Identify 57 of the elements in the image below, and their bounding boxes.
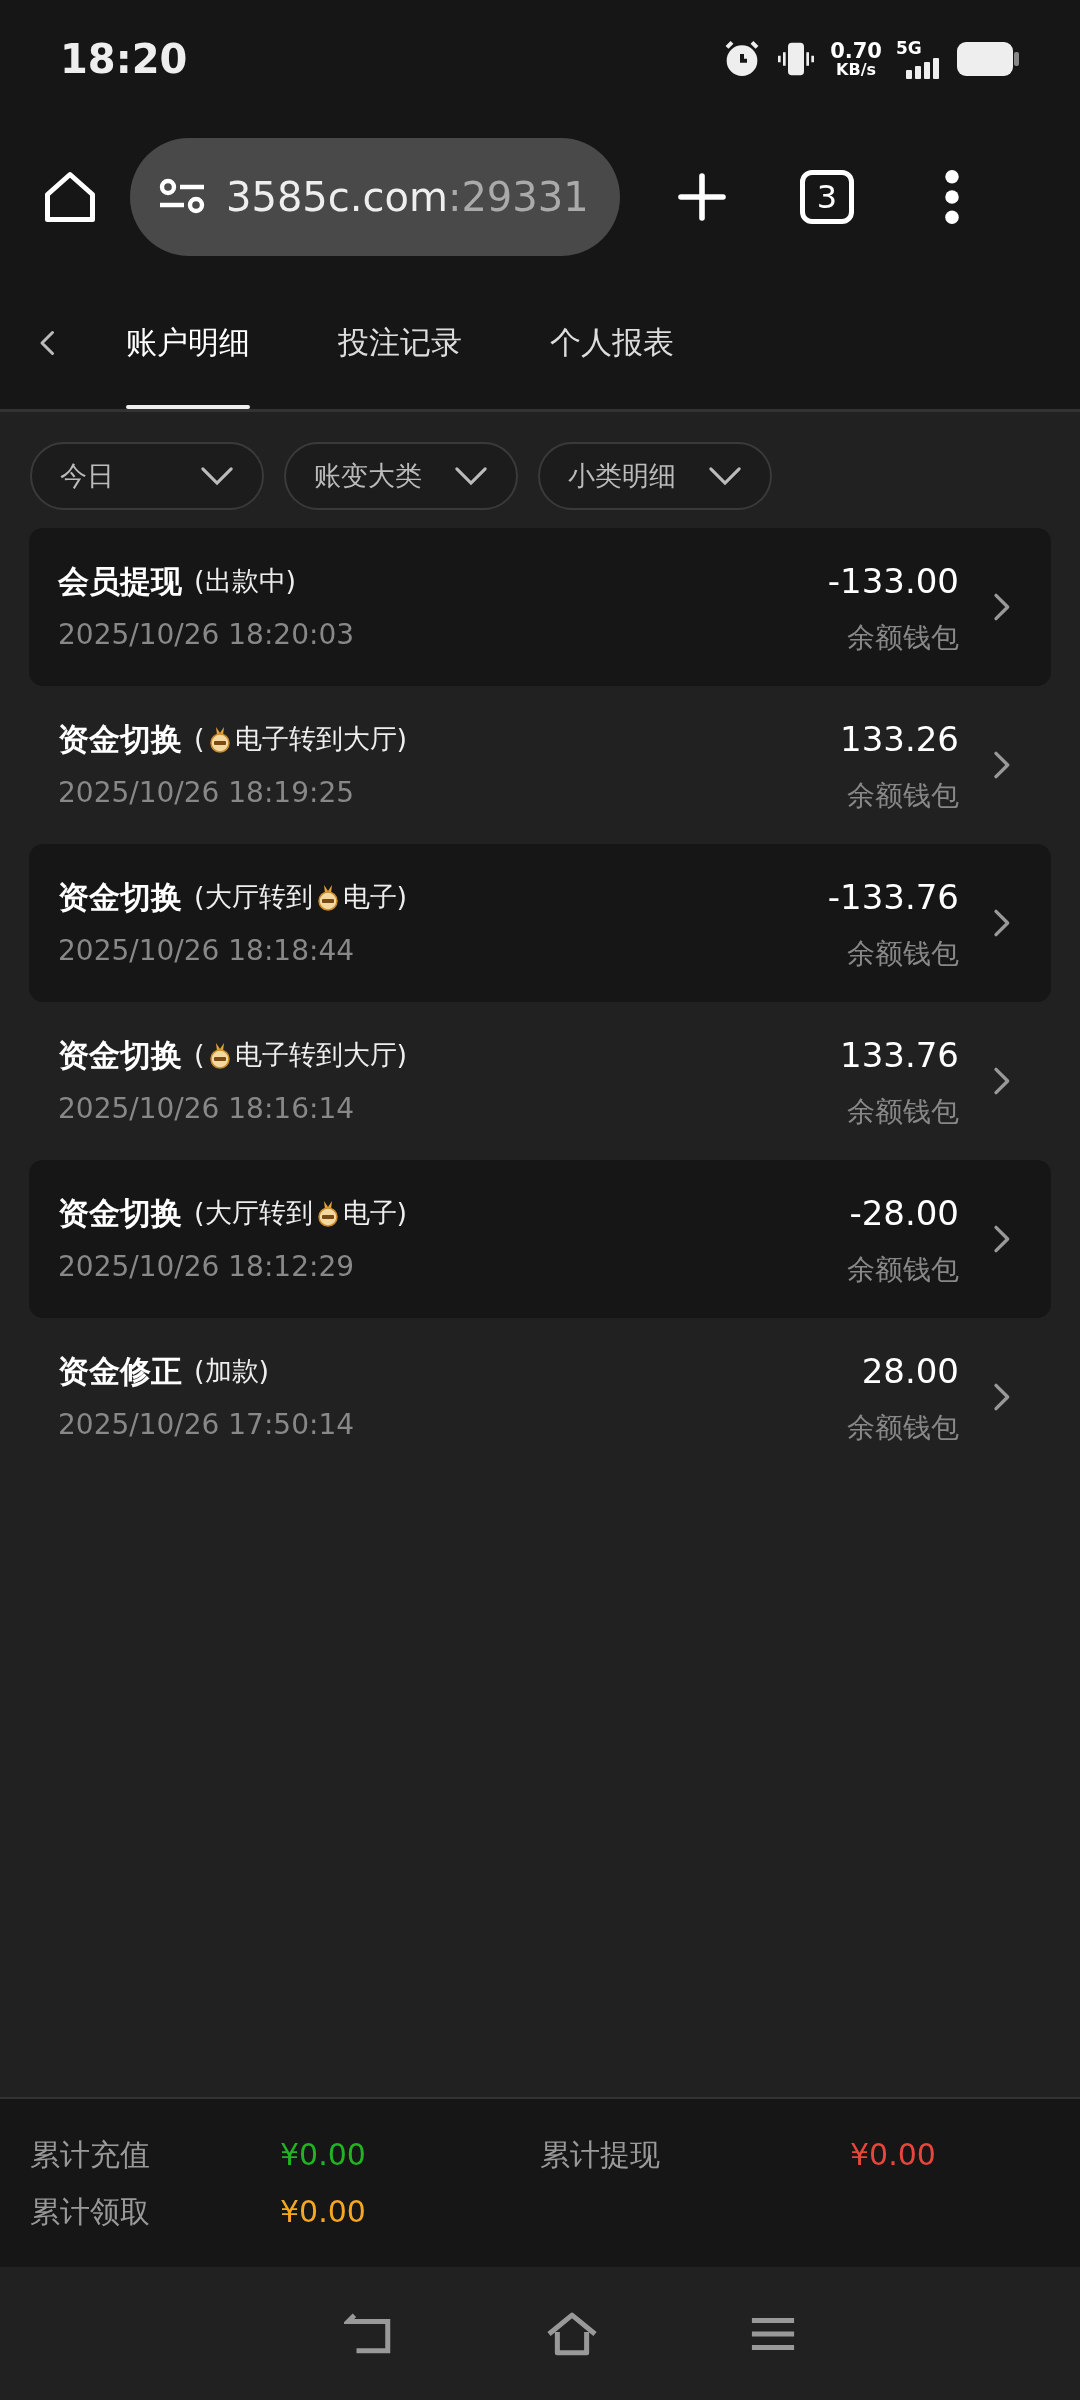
wallet-label: 余额钱包 <box>847 1093 959 1130</box>
filter-dropdown[interactable]: 账变大类 <box>284 442 518 510</box>
record-detail: 电子) <box>342 1195 408 1230</box>
address-bar[interactable]: 3585c.com:29331 <box>130 138 620 256</box>
wallet-label: 余额钱包 <box>847 935 959 972</box>
record-title: 资金修正 <box>58 1351 182 1391</box>
summary-value: ¥0.00 <box>850 2136 937 2174</box>
wallet-label: 余额钱包 <box>847 619 959 656</box>
record-time: 2025/10/26 18:20:03 <box>58 617 356 654</box>
record-title: 资金切换 <box>58 877 182 917</box>
record-time: 2025/10/26 18:12:29 <box>58 1249 356 1286</box>
wallet-label: 余额钱包 <box>847 1251 959 1288</box>
speed-unit: KB/s <box>836 61 877 78</box>
record-detail: ( <box>194 1037 205 1072</box>
record-time: 2025/10/26 18:18:44 <box>58 933 356 970</box>
tab[interactable]: 个人报表 <box>550 276 674 409</box>
summary-value: ¥0.00 <box>280 2136 367 2174</box>
record-time: 2025/10/26 18:19:25 <box>58 775 356 812</box>
record-row[interactable]: 会员提现 (出款中) 2025/10/26 18:20:03 -133.00 余额钱包 <box>29 528 1051 686</box>
summary-label: 累计充值 <box>30 2136 151 2174</box>
status-time: 18:20 <box>60 35 188 84</box>
record-amount: 133.76 <box>840 1033 959 1077</box>
record-detail: (大厅转到 <box>194 879 313 914</box>
record-amount: -28.00 <box>849 1191 959 1235</box>
record-title: 会员提现 <box>58 561 182 601</box>
summary-label: 累计提现 <box>540 2136 661 2174</box>
record-row[interactable]: 资金切换 (大厅转到 电子) 2025/10/26 18:12:29 -28.00 余额钱包 <box>29 1160 1051 1318</box>
network-speed: 0.70 <box>830 40 882 62</box>
record-detail: (大厅转到 <box>194 1195 313 1230</box>
record-detail: 电子) <box>342 879 408 914</box>
record-amount: 28.00 <box>861 1349 959 1393</box>
record-time: 2025/10/26 17:50:14 <box>58 1407 356 1444</box>
record-title: 资金切换 <box>58 719 182 759</box>
tab-count-button[interactable]: 3 <box>800 170 854 224</box>
record-amount: -133.00 <box>827 559 959 603</box>
wallet-label: 余额钱包 <box>847 1409 959 1446</box>
record-row[interactable]: 资金切换 (大厅转到 电子) 2025/10/26 18:18:44 -133.76 余额钱包 <box>29 844 1051 1002</box>
record-detail: 电子转到大厅) <box>234 1037 408 1072</box>
url-host: 3585c.com <box>226 174 448 220</box>
record-amount: -133.76 <box>827 875 959 919</box>
summary-value: ¥0.00 <box>280 2193 367 2231</box>
filter-dropdown[interactable]: 今日 <box>30 442 264 510</box>
record-title: 资金切换 <box>58 1193 182 1233</box>
tab[interactable]: 账户明细 <box>126 276 250 409</box>
record-detail: 电子转到大厅) <box>234 721 408 756</box>
record-detail: (出款中) <box>194 563 297 598</box>
tab[interactable]: 投注记录 <box>338 276 462 409</box>
record-detail: (加款) <box>194 1353 270 1388</box>
record-time: 2025/10/26 18:16:14 <box>58 1091 356 1128</box>
record-amount: 133.26 <box>840 717 959 761</box>
record-detail: ( <box>194 721 205 756</box>
summary-label: 累计领取 <box>30 2193 151 2231</box>
record-title: 资金切换 <box>58 1035 182 1075</box>
wallet-label: 余额钱包 <box>847 777 959 814</box>
network-type: 5G <box>896 39 923 57</box>
filter-dropdown[interactable]: 小类明细 <box>538 442 772 510</box>
url-port: :29331 <box>447 174 589 220</box>
